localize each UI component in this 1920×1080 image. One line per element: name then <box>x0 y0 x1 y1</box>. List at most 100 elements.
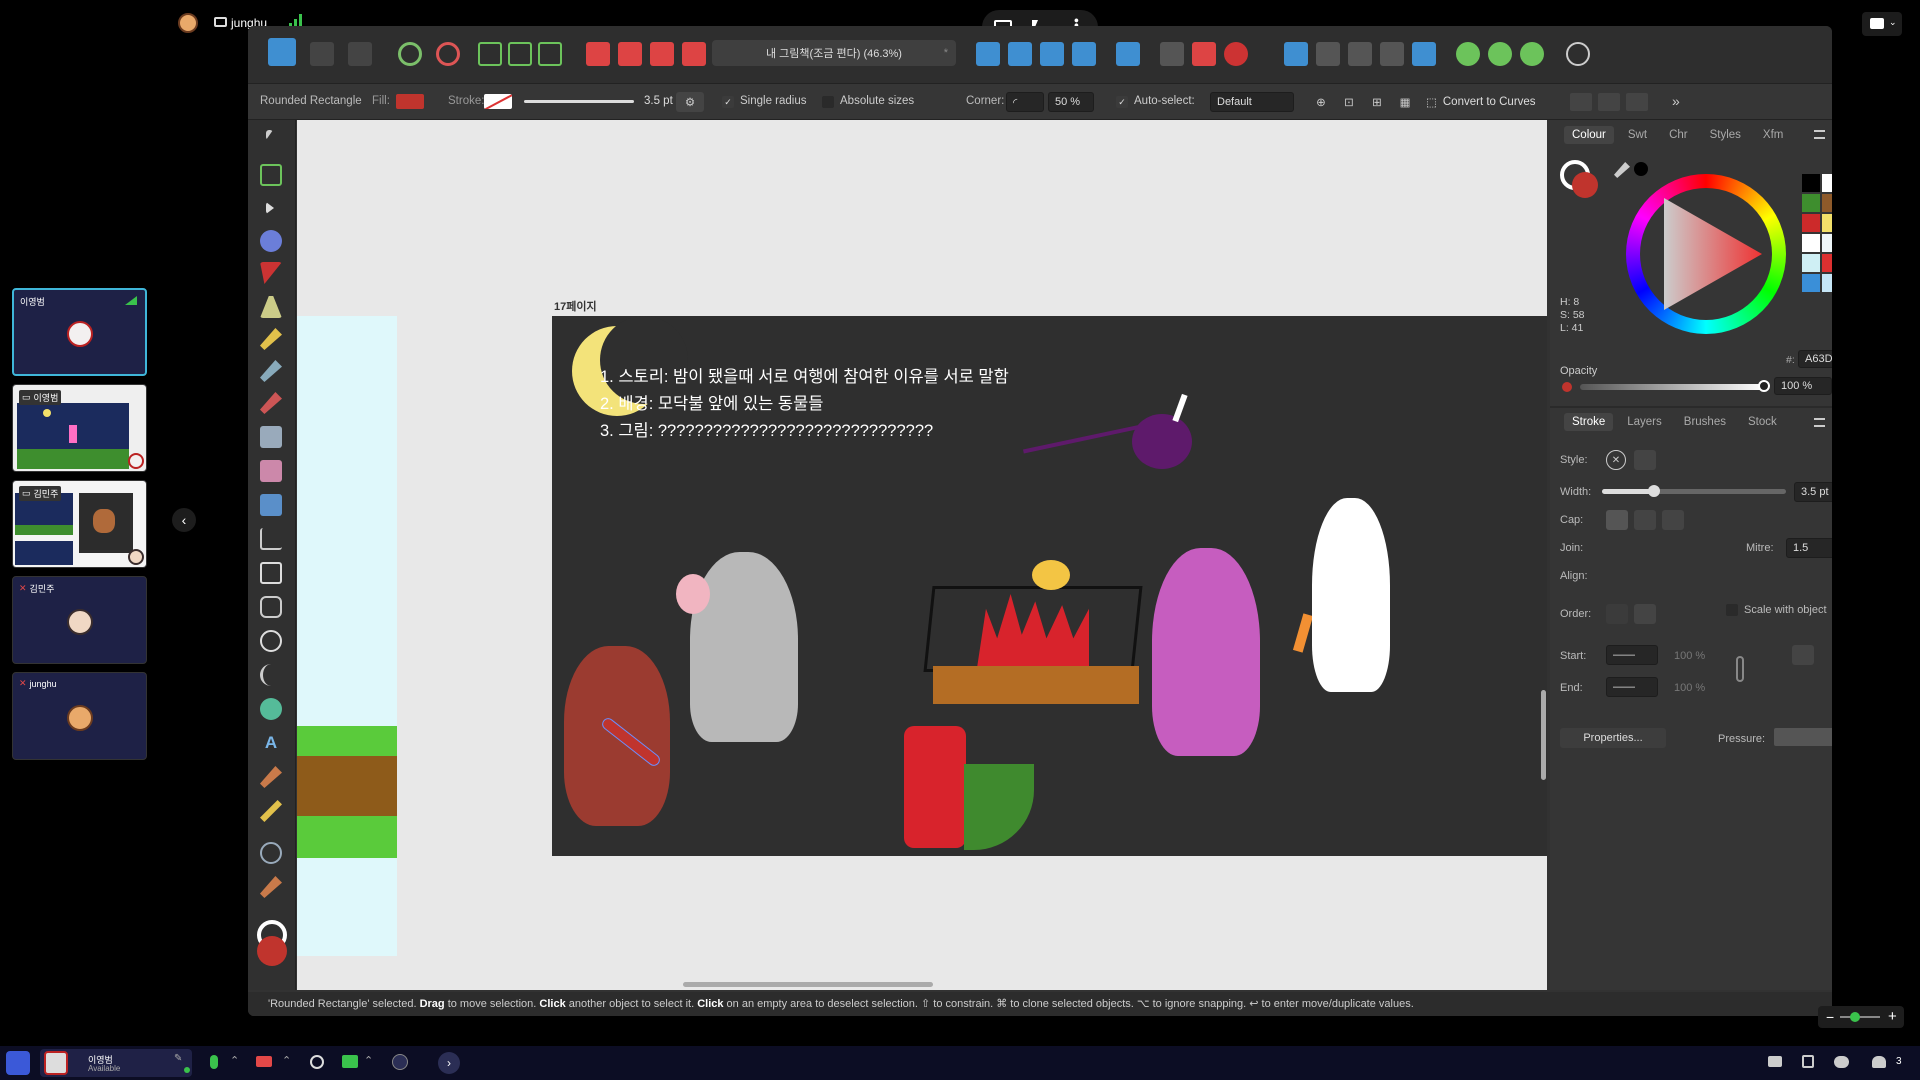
boolean-intersect-icon[interactable] <box>1348 42 1372 66</box>
participant-tile[interactable]: ▭ 이영범 <box>12 384 147 472</box>
messages-icon[interactable] <box>1834 1056 1849 1068</box>
point-transform-icon[interactable] <box>260 230 282 252</box>
view-mode-button[interactable]: ⌄ <box>1862 12 1902 36</box>
tab-character[interactable]: Chr <box>1661 126 1696 144</box>
elephant-ear[interactable] <box>676 574 710 614</box>
artboard-tool-icon[interactable] <box>260 164 282 186</box>
artboard[interactable]: 1. 스토리: 밤이 됐을때 서로 여행에 참여한 이유를 서로 말함 2. 배… <box>552 316 1547 856</box>
swatch[interactable] <box>1802 254 1820 272</box>
width-slider[interactable] <box>1602 485 1786 497</box>
tab-layers[interactable]: Layers <box>1619 413 1670 431</box>
end-arrowhead-select[interactable]: —— <box>1606 677 1658 697</box>
calendar-icon[interactable] <box>1802 1055 1814 1068</box>
shape-tool-icon[interactable] <box>260 596 282 618</box>
align-inside-stroke-icon[interactable] <box>1634 566 1656 586</box>
emoji-icon[interactable] <box>310 1055 324 1069</box>
grid-icon[interactable]: ▦ <box>1394 92 1416 112</box>
corner-value-field[interactable]: 50 % <box>1048 92 1094 112</box>
swatch[interactable] <box>1802 174 1820 192</box>
participant-tile[interactable]: ▭ 김민주 <box>12 480 147 568</box>
tab-swatches[interactable]: Swt <box>1620 126 1655 144</box>
zoom-slider[interactable] <box>1840 1016 1880 1018</box>
swatch[interactable] <box>1822 254 1832 272</box>
account-icon[interactable] <box>1566 42 1590 66</box>
distribute-icon[interactable]: ⊞ <box>1366 92 1388 112</box>
boolean-divide-icon[interactable] <box>1412 42 1436 66</box>
participant-tile[interactable]: ✕ junghu <box>12 672 147 760</box>
arrange-back-icon[interactable] <box>586 42 610 66</box>
mitre-field[interactable]: 1.5 <box>1786 538 1832 558</box>
swatch[interactable] <box>1802 234 1820 252</box>
zoom-out-icon[interactable]: − <box>1826 1009 1834 1025</box>
tab-colour[interactable]: Colour <box>1564 126 1614 144</box>
bevel-join-icon[interactable] <box>1662 538 1684 558</box>
stroke-behind-icon[interactable] <box>1606 604 1628 624</box>
arrange-forward-icon[interactable] <box>650 42 674 66</box>
edit-all-layers-icon[interactable] <box>1456 42 1480 66</box>
align-left-icon[interactable] <box>1116 42 1140 66</box>
pressure-graph[interactable] <box>1774 728 1832 746</box>
settings-gear-icon[interactable] <box>398 42 422 66</box>
black-dot[interactable] <box>1634 162 1648 176</box>
fill-color-well[interactable] <box>257 936 287 966</box>
texture-line-icon[interactable] <box>1690 450 1712 470</box>
node-tool-icon[interactable] <box>266 202 274 214</box>
people-icon[interactable] <box>1872 1056 1886 1068</box>
single-radius-checkbox[interactable]: ✓ <box>722 96 734 108</box>
transparency-tool-icon[interactable] <box>260 460 282 482</box>
horizontal-scrollbar[interactable] <box>683 982 933 987</box>
rotate-right-icon[interactable] <box>1072 42 1096 66</box>
magnet-icon[interactable] <box>1224 42 1248 66</box>
zoom-in-icon[interactable]: + <box>1888 1008 1897 1025</box>
document-title-field[interactable]: 내 그림책(조금 편다) (46.3%) * <box>712 40 956 66</box>
user-avatar[interactable] <box>178 13 198 33</box>
width-field[interactable]: 3.5 pt <box>1794 482 1832 502</box>
align-center-stroke-icon[interactable] <box>1606 566 1628 586</box>
group-icon[interactable] <box>508 42 532 66</box>
rabbit-shape[interactable] <box>1312 498 1390 692</box>
chick-shape[interactable] <box>1032 560 1070 590</box>
meat-shape[interactable] <box>1132 414 1192 469</box>
solid-line-icon[interactable] <box>1634 450 1656 470</box>
auto-select-checkbox[interactable]: ✓ <box>1116 96 1128 108</box>
neighbor-artboard[interactable] <box>297 316 397 956</box>
opacity-slider[interactable] <box>1580 384 1764 390</box>
chevron-up-icon[interactable]: ⌃ <box>230 1054 239 1067</box>
tab-transform[interactable]: Xfm <box>1755 126 1791 144</box>
absolute-sizes-checkbox[interactable] <box>822 96 834 108</box>
participant-tile[interactable]: ✕ 김민주 <box>12 576 147 664</box>
crop-tool-icon[interactable] <box>260 528 282 550</box>
fill-indicator[interactable] <box>1572 172 1598 198</box>
scale-with-object-checkbox[interactable] <box>1726 604 1738 616</box>
measure-tool-icon[interactable] <box>260 800 282 822</box>
text-tool-icon[interactable]: A <box>260 732 282 754</box>
vector-brush-icon[interactable] <box>260 360 282 382</box>
artistic-text-icon[interactable] <box>260 698 282 720</box>
round-cap-icon[interactable] <box>1634 510 1656 530</box>
swatch[interactable] <box>1822 174 1832 192</box>
stroke-width-slider[interactable] <box>524 100 634 103</box>
snapping-icon[interactable] <box>436 42 460 66</box>
screen-share-icon[interactable] <box>342 1055 358 1068</box>
insert-icon[interactable] <box>478 42 502 66</box>
swatch[interactable] <box>1802 274 1820 292</box>
pen-tool-icon[interactable] <box>260 296 282 318</box>
rotate-left-icon[interactable] <box>1040 42 1064 66</box>
vertical-scrollbar[interactable] <box>1541 690 1546 780</box>
no-stroke-icon[interactable]: ✕ <box>1606 450 1626 470</box>
leaf-shape[interactable] <box>964 764 1034 850</box>
brush-tool-icon[interactable] <box>260 392 282 414</box>
view-tool-icon[interactable] <box>260 876 282 898</box>
fit-icon[interactable]: ⊡ <box>1338 92 1360 112</box>
arrow-end-icon[interactable] <box>1820 645 1832 665</box>
swatch[interactable] <box>1822 274 1832 292</box>
colour-wheel[interactable] <box>1626 174 1786 334</box>
view-mode-icon[interactable] <box>1520 42 1544 66</box>
pencil-tool-icon[interactable] <box>260 328 282 350</box>
flip-horizontal-icon[interactable] <box>976 42 1000 66</box>
export-persona-icon[interactable] <box>348 42 372 66</box>
zoom-slider-handle[interactable] <box>1850 1012 1860 1022</box>
opacity-slider-handle[interactable] <box>1758 380 1770 392</box>
expand-button[interactable]: › <box>438 1052 460 1074</box>
zoom-tool-icon[interactable] <box>260 842 282 864</box>
